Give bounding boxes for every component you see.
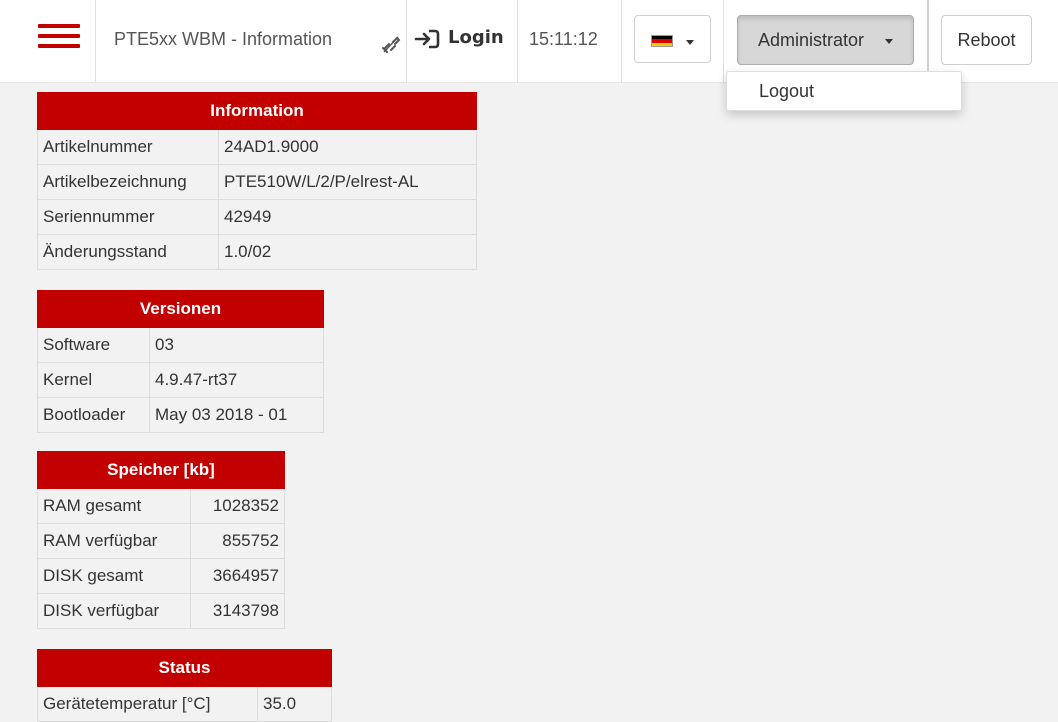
- row-label: RAM gesamt: [37, 488, 191, 524]
- row-value: 42949: [218, 199, 477, 235]
- row-value: May 03 2018 - 01: [149, 397, 324, 433]
- clock: 15:11:12: [529, 29, 598, 49]
- language-dropdown-button[interactable]: [634, 15, 711, 63]
- row-label: Artikelnummer: [37, 129, 219, 165]
- unlink-icon: [382, 36, 401, 53]
- table-row: Seriennummer 42949: [37, 199, 477, 235]
- table-row: DISK gesamt 3664957: [37, 558, 285, 594]
- information-table: Information Artikelnummer 24AD1.9000 Art…: [37, 92, 477, 270]
- table-row: DISK verfügbar 3143798: [37, 593, 285, 629]
- table-row: Änderungsstand 1.0/02: [37, 234, 477, 270]
- row-value: 24AD1.9000: [218, 129, 477, 165]
- table-row: RAM verfügbar 855752: [37, 523, 285, 559]
- row-label: Software: [37, 327, 150, 363]
- row-label: Kernel: [37, 362, 150, 398]
- logout-menu-item[interactable]: Logout: [759, 81, 814, 102]
- flag-de-icon: [651, 35, 673, 47]
- reboot-button[interactable]: Reboot: [941, 15, 1032, 65]
- row-value: 03: [149, 327, 324, 363]
- page-title: PTE5xx WBM - Information: [114, 29, 333, 49]
- row-value: 3664957: [190, 558, 285, 594]
- speicher-table: Speicher [kb] RAM gesamt 1028352 RAM ver…: [37, 451, 285, 629]
- table-row: Artikelnummer 24AD1.9000: [37, 129, 477, 165]
- row-value: 35.0: [257, 686, 332, 722]
- divider: [406, 0, 407, 82]
- divider: [723, 0, 724, 82]
- row-label: Seriennummer: [37, 199, 219, 235]
- caret-down-icon: [885, 39, 893, 44]
- row-value: PTE510W/L/2/P/elrest-AL: [218, 164, 477, 200]
- divider: [95, 0, 96, 82]
- user-menu-label: Administrator: [758, 30, 865, 50]
- row-label: Änderungsstand: [37, 234, 219, 270]
- row-value: 1.0/02: [218, 234, 477, 270]
- login-label: Login: [448, 27, 504, 48]
- row-label: DISK gesamt: [37, 558, 191, 594]
- sign-in-icon: [414, 29, 440, 49]
- row-value: 4.9.47-rt37: [149, 362, 324, 398]
- table-row: Artikelbezeichnung PTE510W/L/2/P/elrest-…: [37, 164, 477, 200]
- row-label: Artikelbezeichnung: [37, 164, 219, 200]
- divider: [927, 0, 929, 82]
- user-menu-button[interactable]: Administrator: [737, 15, 914, 65]
- row-label: DISK verfügbar: [37, 593, 191, 629]
- table-title: Versionen: [37, 290, 324, 328]
- divider: [517, 0, 518, 82]
- row-label: Bootloader: [37, 397, 150, 433]
- row-value: 3143798: [190, 593, 285, 629]
- table-row: Bootloader May 03 2018 - 01: [37, 397, 324, 433]
- table-title: Speicher [kb]: [37, 451, 285, 489]
- row-value: 1028352: [190, 488, 285, 524]
- status-table: Status Gerätetemperatur [°C] 35.0: [37, 649, 332, 722]
- divider: [621, 0, 622, 82]
- table-row: RAM gesamt 1028352: [37, 488, 285, 524]
- hamburger-menu-icon[interactable]: [38, 24, 80, 48]
- table-title: Status: [37, 649, 332, 687]
- caret-down-icon: [686, 40, 694, 45]
- reboot-label: Reboot: [957, 30, 1016, 50]
- table-row: Gerätetemperatur [°C] 35.0: [37, 686, 332, 722]
- table-title: Information: [37, 92, 477, 130]
- row-value: 855752: [190, 523, 285, 559]
- user-dropdown-menu: Logout: [726, 71, 962, 111]
- versionen-table: Versionen Software 03 Kernel 4.9.47-rt37…: [37, 290, 324, 433]
- table-row: Software 03: [37, 327, 324, 363]
- row-label: RAM verfügbar: [37, 523, 191, 559]
- row-label: Gerätetemperatur [°C]: [37, 686, 258, 722]
- table-row: Kernel 4.9.47-rt37: [37, 362, 324, 398]
